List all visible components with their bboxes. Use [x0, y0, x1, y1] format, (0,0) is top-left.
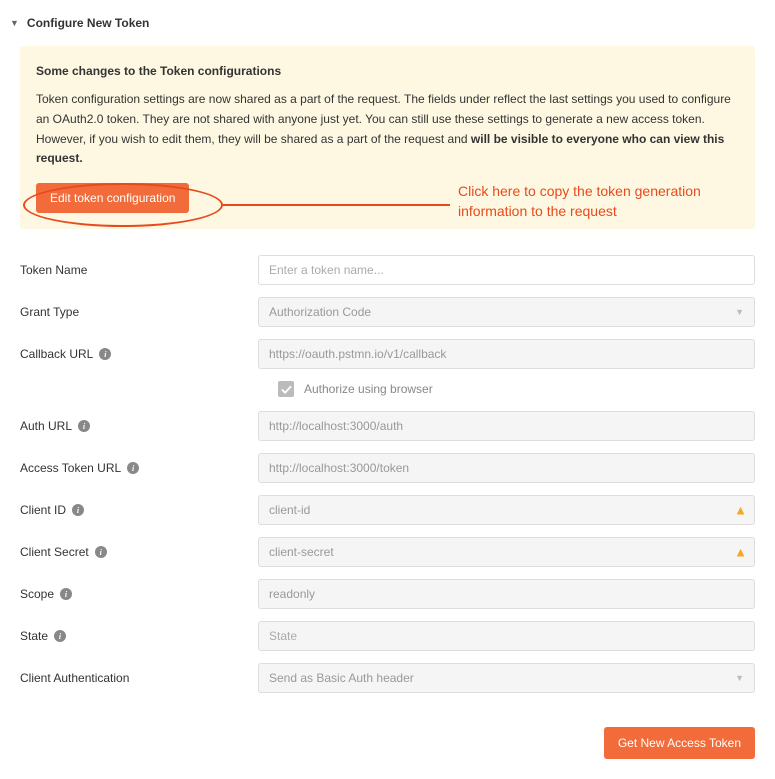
- notice-body: Token configuration settings are now sha…: [36, 90, 739, 169]
- info-icon[interactable]: i: [78, 420, 90, 432]
- chevron-down-icon: ▼: [735, 673, 744, 683]
- grant-type-value: Authorization Code: [269, 305, 371, 319]
- notice-box: Some changes to the Token configurations…: [20, 46, 755, 229]
- authorize-browser-row: Authorize using browser: [278, 381, 755, 397]
- scope-input: [258, 579, 755, 609]
- info-icon[interactable]: i: [60, 588, 72, 600]
- warning-icon: ▲: [734, 503, 747, 518]
- client-auth-label: Client Authentication: [20, 671, 258, 685]
- form-area: Token Name Grant Type Authorization Code…: [0, 239, 775, 709]
- info-icon[interactable]: i: [127, 462, 139, 474]
- callback-url-label: Callback URL i: [20, 347, 258, 361]
- info-icon[interactable]: i: [54, 630, 66, 642]
- client-secret-input: [258, 537, 755, 567]
- info-icon[interactable]: i: [99, 348, 111, 360]
- token-name-label: Token Name: [20, 263, 258, 277]
- annotation-line: [222, 204, 450, 206]
- check-icon: [281, 384, 292, 395]
- state-input: [258, 621, 755, 651]
- authorize-browser-checkbox[interactable]: [278, 381, 294, 397]
- token-name-input[interactable]: [258, 255, 755, 285]
- field-row-access-token-url: Access Token URL i: [20, 453, 755, 483]
- get-new-access-token-button[interactable]: Get New Access Token: [604, 727, 755, 759]
- scope-label: Scope i: [20, 587, 258, 601]
- callback-url-input: [258, 339, 755, 369]
- client-id-input: [258, 495, 755, 525]
- field-row-token-name: Token Name: [20, 255, 755, 285]
- access-token-url-input: [258, 453, 755, 483]
- edit-token-config-button[interactable]: Edit token configuration: [36, 183, 189, 213]
- field-row-auth-url: Auth URL i: [20, 411, 755, 441]
- state-label: State i: [20, 629, 258, 643]
- authorize-browser-label: Authorize using browser: [304, 382, 433, 396]
- field-row-callback-url: Callback URL i: [20, 339, 755, 369]
- section-header[interactable]: ▼ Configure New Token: [0, 10, 775, 36]
- field-row-client-auth: Client Authentication Send as Basic Auth…: [20, 663, 755, 693]
- field-row-state: State i: [20, 621, 755, 651]
- field-row-client-secret: Client Secret i ▲: [20, 537, 755, 567]
- grant-type-label: Grant Type: [20, 305, 258, 319]
- field-row-grant-type: Grant Type Authorization Code ▼: [20, 297, 755, 327]
- notice-title: Some changes to the Token configurations: [36, 64, 739, 78]
- auth-url-input: [258, 411, 755, 441]
- client-id-label: Client ID i: [20, 503, 258, 517]
- warning-icon: ▲: [734, 545, 747, 560]
- collapse-triangle-icon: ▼: [10, 18, 19, 28]
- footer-button-row: Get New Access Token: [0, 709, 775, 769]
- chevron-down-icon: ▼: [735, 307, 744, 317]
- info-icon[interactable]: i: [95, 546, 107, 558]
- field-row-scope: Scope i: [20, 579, 755, 609]
- access-token-url-label: Access Token URL i: [20, 461, 258, 475]
- info-icon[interactable]: i: [72, 504, 84, 516]
- section-title: Configure New Token: [27, 16, 149, 30]
- client-auth-value: Send as Basic Auth header: [269, 671, 414, 685]
- field-row-client-id: Client ID i ▲: [20, 495, 755, 525]
- client-secret-label: Client Secret i: [20, 545, 258, 559]
- grant-type-select[interactable]: Authorization Code ▼: [258, 297, 755, 327]
- auth-url-label: Auth URL i: [20, 419, 258, 433]
- annotation-text: Click here to copy the token generation …: [458, 182, 758, 221]
- client-auth-select[interactable]: Send as Basic Auth header ▼: [258, 663, 755, 693]
